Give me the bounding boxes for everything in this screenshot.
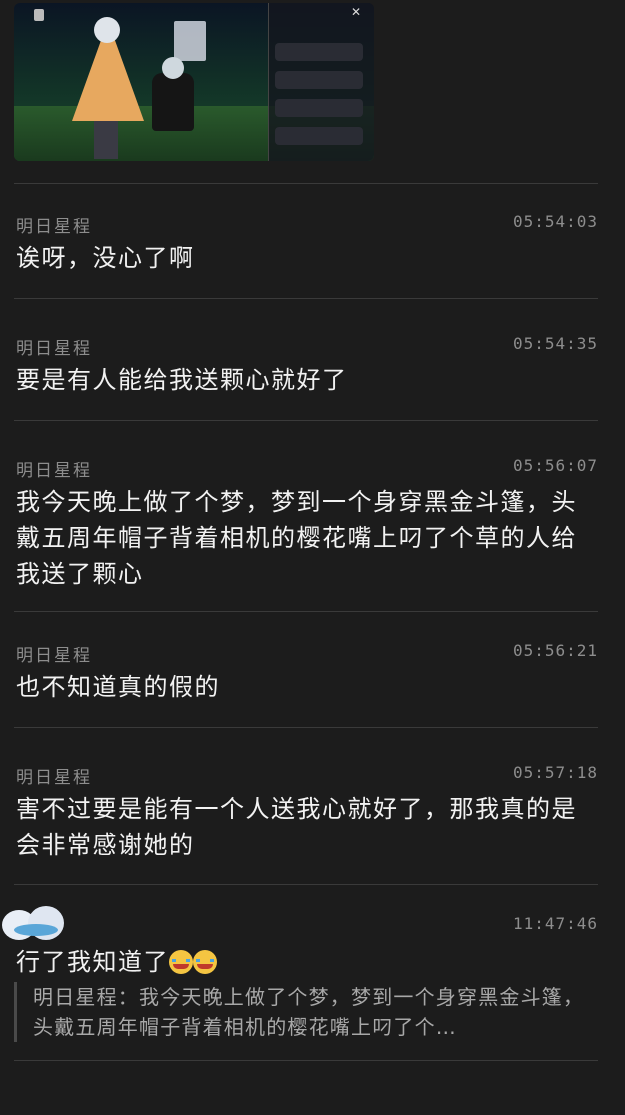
image-panel-row <box>275 43 363 61</box>
image-game-panel: ✕ <box>268 3 374 161</box>
image-character-head <box>94 17 120 43</box>
message-sender: 明日星程 <box>16 646 92 666</box>
message-sender: 明日星程 <box>16 461 92 481</box>
message-sender: 明日星程 <box>16 768 92 788</box>
message-sender: 明日星程 <box>16 339 92 359</box>
image-panel-row <box>275 99 363 117</box>
divider <box>14 183 598 184</box>
message-text: 诶呀，没心了啊 <box>16 244 195 272</box>
image-door <box>174 21 206 61</box>
message-time: 05:56:07 <box>512 456 598 475</box>
message-text: 害不过要是能有一个人送我心就好了，那我真的是会非常感谢她的 <box>16 795 577 859</box>
message-time: 05:56:21 <box>512 641 598 660</box>
avatar-stripe <box>14 924 58 936</box>
crying-laughing-emoji-icon <box>169 950 193 974</box>
message-text: 行了我知道了 <box>16 944 596 980</box>
divider <box>14 1060 598 1061</box>
image-second-character <box>152 73 194 131</box>
message-text: 我今天晚上做了个梦，梦到一个身穿黑金斗篷，头戴五周年帽子背着相机的樱花嘴上叼了个… <box>16 488 577 588</box>
message-sender: 明日星程 <box>16 217 92 237</box>
shared-image-thumbnail[interactable]: ✕ <box>14 3 374 161</box>
divider <box>14 611 598 612</box>
message-text: 也不知道真的假的 <box>16 673 220 701</box>
divider <box>14 420 598 421</box>
image-second-character-head <box>162 57 184 79</box>
message-time: 05:54:03 <box>512 212 598 231</box>
image-character-legs <box>94 121 118 159</box>
image-corner-icon <box>34 9 44 21</box>
reply-text: 行了我知道了 <box>16 948 169 976</box>
crying-laughing-emoji-icon <box>193 950 217 974</box>
message-time: 05:57:18 <box>512 763 598 782</box>
divider <box>14 298 598 299</box>
quoted-text: 明日星程：我今天晚上做了个梦，梦到一个身穿黑金斗篷，头戴五周年帽子背着相机的樱花… <box>33 985 585 1039</box>
close-icon: ✕ <box>350 5 361 19</box>
divider <box>14 884 598 885</box>
image-panel-row <box>275 71 363 89</box>
quoted-message[interactable]: 明日星程：我今天晚上做了个梦，梦到一个身穿黑金斗篷，头戴五周年帽子背着相机的樱花… <box>14 982 603 1042</box>
divider <box>14 727 598 728</box>
message-text: 要是有人能给我送颗心就好了 <box>16 366 348 394</box>
image-panel-row <box>275 127 363 145</box>
message-time: 11:47:46 <box>512 914 598 933</box>
avatar[interactable] <box>0 906 70 948</box>
message-time: 05:54:35 <box>512 334 598 353</box>
